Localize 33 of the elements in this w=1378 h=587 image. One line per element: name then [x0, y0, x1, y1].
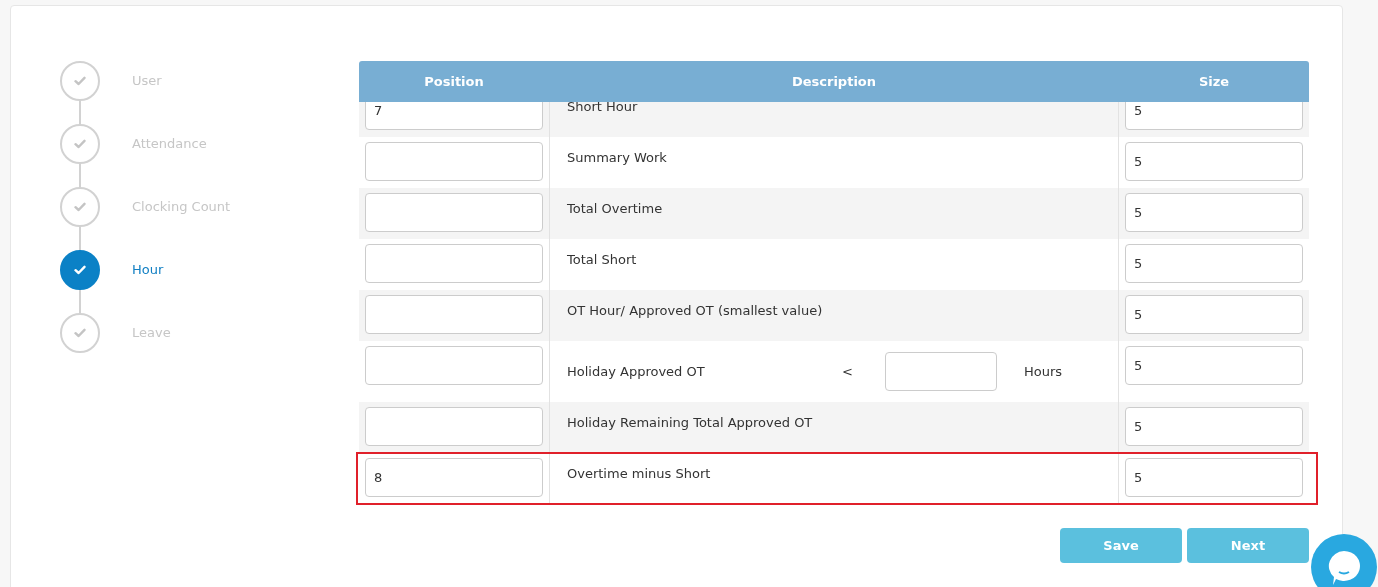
- description-text: Holiday Approved OT: [567, 364, 706, 379]
- size-field[interactable]: 5: [1125, 458, 1303, 497]
- chat-button[interactable]: [1311, 534, 1377, 587]
- description-text: Holiday Remaining Total Approved OT: [567, 415, 813, 430]
- size-field[interactable]: 5: [1125, 407, 1303, 446]
- position-field[interactable]: [365, 407, 543, 446]
- size-field[interactable]: 5: [1125, 244, 1303, 283]
- size-field[interactable]: 5: [1125, 142, 1303, 181]
- step-label[interactable]: Hour: [132, 250, 164, 290]
- position-field[interactable]: [365, 142, 543, 181]
- description-text: OT Hour/ Approved OT (smallest value): [567, 303, 823, 318]
- position-field[interactable]: 8: [365, 458, 543, 497]
- size-field[interactable]: 5: [1125, 346, 1303, 385]
- column-header: Position: [423, 74, 485, 89]
- position-field[interactable]: [365, 193, 543, 232]
- position-field[interactable]: [365, 244, 543, 283]
- column-header: Description: [790, 74, 878, 89]
- size-field[interactable]: 5: [1125, 102, 1303, 130]
- description-text: Total Short: [567, 252, 637, 267]
- threshold-field[interactable]: [885, 352, 997, 391]
- unit-text: Hours: [1024, 364, 1063, 379]
- description-text: Short Hour: [567, 102, 638, 114]
- size-field[interactable]: 5: [1125, 295, 1303, 334]
- operator-text: <: [842, 364, 854, 379]
- position-field[interactable]: 7: [365, 102, 543, 130]
- description-text: Total Overtime: [567, 201, 663, 216]
- description-text: Overtime minus Short: [567, 466, 711, 481]
- position-field[interactable]: [365, 346, 543, 385]
- column-header: Size: [1197, 74, 1231, 89]
- description-text: Summary Work: [567, 150, 667, 165]
- size-field[interactable]: 5: [1125, 193, 1303, 232]
- position-field[interactable]: [365, 295, 543, 334]
- step-check-icon[interactable]: [60, 250, 100, 290]
